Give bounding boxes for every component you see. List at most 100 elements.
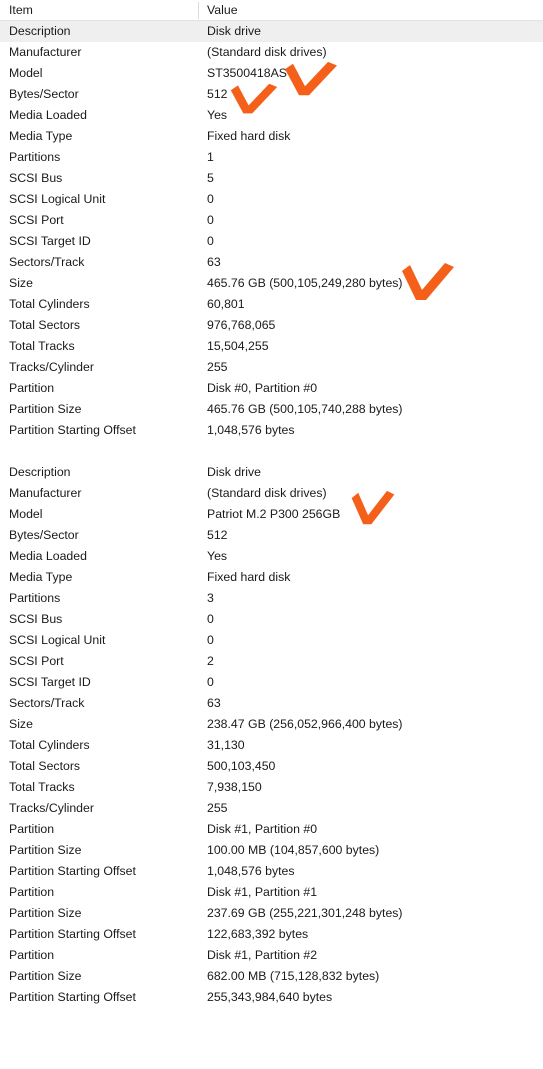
table-row[interactable]: Partition Disk #0, Partition #0 <box>0 378 543 399</box>
table-cell-item: Total Sectors <box>9 759 81 773</box>
table-cell-value: Disk #1, Partition #2 <box>207 948 318 962</box>
table-row[interactable]: Sectors/Track 63 <box>0 252 543 273</box>
table-cell-value: 255 <box>207 360 228 374</box>
table-row[interactable]: SCSI Bus 5 <box>0 168 543 189</box>
table-row[interactable]: Total Sectors 976,768,065 <box>0 315 543 336</box>
table-row[interactable]: Description Disk drive <box>0 462 543 483</box>
table-cell-value: 100.00 MB (104,857,600 bytes) <box>207 843 380 857</box>
table-cell-value: Fixed hard disk <box>207 570 291 584</box>
table-cell-item: SCSI Bus <box>9 171 63 185</box>
table-row[interactable]: Manufacturer (Standard disk drives) <box>0 42 543 63</box>
table-cell-value: Patriot M.2 P300 256GB <box>207 507 341 521</box>
table-cell-item: Sectors/Track <box>9 255 85 269</box>
table-cell-value: 465.76 GB (500,105,740,288 bytes) <box>207 402 403 416</box>
table-cell-value: 500,103,450 <box>207 759 276 773</box>
system-information-disk-table[interactable]: Item Value Description Disk drive Manufact… <box>0 0 543 1069</box>
column-header-item[interactable]: Item <box>9 2 33 18</box>
table-row[interactable]: Bytes/Sector 512 <box>0 84 543 105</box>
table-cell-item: Partitions <box>9 591 61 605</box>
table-cell-value: 238.47 GB (256,052,966,400 bytes) <box>207 717 403 731</box>
table-row[interactable]: Media Loaded Yes <box>0 546 543 567</box>
table-row[interactable]: Model ST3500418AS <box>0 63 543 84</box>
table-row[interactable]: Partition Size 237.69 GB (255,221,301,248… <box>0 903 543 924</box>
table-cell-value: 682.00 MB (715,128,832 bytes) <box>207 969 380 983</box>
table-cell-item: Partition Starting Offset <box>9 927 136 941</box>
table-cell-item: Manufacturer <box>9 45 82 59</box>
table-row[interactable]: Partitions 3 <box>0 588 543 609</box>
table-cell-item: Partition <box>9 885 55 899</box>
table-row[interactable]: SCSI Logical Unit 0 <box>0 189 543 210</box>
table-row[interactable]: Partition Disk #1, Partition #0 <box>0 819 543 840</box>
table-cell-value: Yes <box>207 549 228 563</box>
table-header-row[interactable]: Item Value <box>0 0 543 21</box>
table-cell-value: Disk drive <box>207 465 261 479</box>
table-cell-item: Total Tracks <box>9 339 75 353</box>
table-row[interactable]: SCSI Port 0 <box>0 210 543 231</box>
table-cell-value: 0 <box>207 234 214 248</box>
table-cell-value: 2 <box>207 654 214 668</box>
table-cell-item: Manufacturer <box>9 486 82 500</box>
table-row[interactable]: SCSI Target ID 0 <box>0 672 543 693</box>
table-cell-value: 465.76 GB (500,105,249,280 bytes) <box>207 276 403 290</box>
table-row[interactable]: Total Sectors 500,103,450 <box>0 756 543 777</box>
table-row[interactable]: SCSI Logical Unit 0 <box>0 630 543 651</box>
table-row-spacer <box>0 441 543 462</box>
table-row[interactable]: Partition Disk #1, Partition #1 <box>0 882 543 903</box>
table-cell-item: Size <box>9 717 33 731</box>
table-cell-item: Tracks/Cylinder <box>9 801 94 815</box>
table-cell-value: 122,683,392 bytes <box>207 927 309 941</box>
table-row[interactable]: Partition Size 682.00 MB (715,128,832 byt… <box>0 966 543 987</box>
table-row[interactable]: Partition Starting Offset 255,343,984,640… <box>0 987 543 1008</box>
table-cell-value: 0 <box>207 192 214 206</box>
column-header-value[interactable]: Value <box>207 2 238 18</box>
table-cell-value: Disk drive <box>207 24 261 38</box>
table-row[interactable]: Model Patriot M.2 P300 256GB <box>0 504 543 525</box>
table-row[interactable]: Tracks/Cylinder 255 <box>0 798 543 819</box>
table-row[interactable]: Tracks/Cylinder 255 <box>0 357 543 378</box>
table-row[interactable]: Total Tracks 15,504,255 <box>0 336 543 357</box>
table-row[interactable]: Partition Starting Offset 122,683,392 byt… <box>0 924 543 945</box>
table-row[interactable]: SCSI Bus 0 <box>0 609 543 630</box>
table-cell-value: 0 <box>207 633 214 647</box>
table-cell-value: 31,130 <box>207 738 245 752</box>
table-row[interactable]: Partition Size 100.00 MB (104,857,600 byt… <box>0 840 543 861</box>
table-row[interactable]: Total Cylinders 31,130 <box>0 735 543 756</box>
table-row[interactable]: Partition Disk #1, Partition #2 <box>0 945 543 966</box>
table-cell-value: Disk #0, Partition #0 <box>207 381 318 395</box>
table-row[interactable]: Partition Starting Offset 1,048,576 bytes <box>0 861 543 882</box>
table-row[interactable]: Description Disk drive <box>0 21 543 42</box>
table-cell-value: 7,938,150 <box>207 780 262 794</box>
table-row[interactable]: Media Type Fixed hard disk <box>0 567 543 588</box>
table-row[interactable]: Partition Starting Offset 1,048,576 bytes <box>0 420 543 441</box>
table-cell-item: Media Loaded <box>9 549 87 563</box>
table-row[interactable]: SCSI Target ID 0 <box>0 231 543 252</box>
table-cell-item: Sectors/Track <box>9 696 85 710</box>
table-row[interactable]: Bytes/Sector 512 <box>0 525 543 546</box>
table-cell-item: Total Sectors <box>9 318 81 332</box>
table-cell-item: SCSI Bus <box>9 612 63 626</box>
table-row[interactable]: Size 238.47 GB (256,052,966,400 bytes) <box>0 714 543 735</box>
table-cell-item: SCSI Port <box>9 213 64 227</box>
table-cell-item: Tracks/Cylinder <box>9 360 94 374</box>
table-row[interactable]: SCSI Port 2 <box>0 651 543 672</box>
table-row[interactable]: Manufacturer (Standard disk drives) <box>0 483 543 504</box>
table-cell-value: Disk #1, Partition #0 <box>207 822 318 836</box>
table-row[interactable]: Media Type Fixed hard disk <box>0 126 543 147</box>
table-cell-item: Partition Size <box>9 402 82 416</box>
table-row[interactable]: Partitions 1 <box>0 147 543 168</box>
table-row[interactable]: Media Loaded Yes <box>0 105 543 126</box>
table-row[interactable]: Sectors/Track 63 <box>0 693 543 714</box>
table-cell-item: Partition Starting Offset <box>9 423 136 437</box>
table-cell-item: Total Tracks <box>9 780 75 794</box>
table-row[interactable]: Partition Size 465.76 GB (500,105,740,288… <box>0 399 543 420</box>
table-row[interactable]: Size 465.76 GB (500,105,249,280 bytes) <box>0 273 543 294</box>
table-cell-value: 0 <box>207 612 214 626</box>
table-body: Description Disk drive Manufacturer (Standa… <box>0 21 543 1008</box>
table-cell-item: Partition <box>9 381 55 395</box>
table-cell-item: SCSI Logical Unit <box>9 192 106 206</box>
column-divider[interactable] <box>198 2 199 19</box>
table-row[interactable]: Total Cylinders 60,801 <box>0 294 543 315</box>
table-cell-value: 976,768,065 <box>207 318 276 332</box>
table-row[interactable]: Total Tracks 7,938,150 <box>0 777 543 798</box>
table-cell-item: Media Type <box>9 129 73 143</box>
